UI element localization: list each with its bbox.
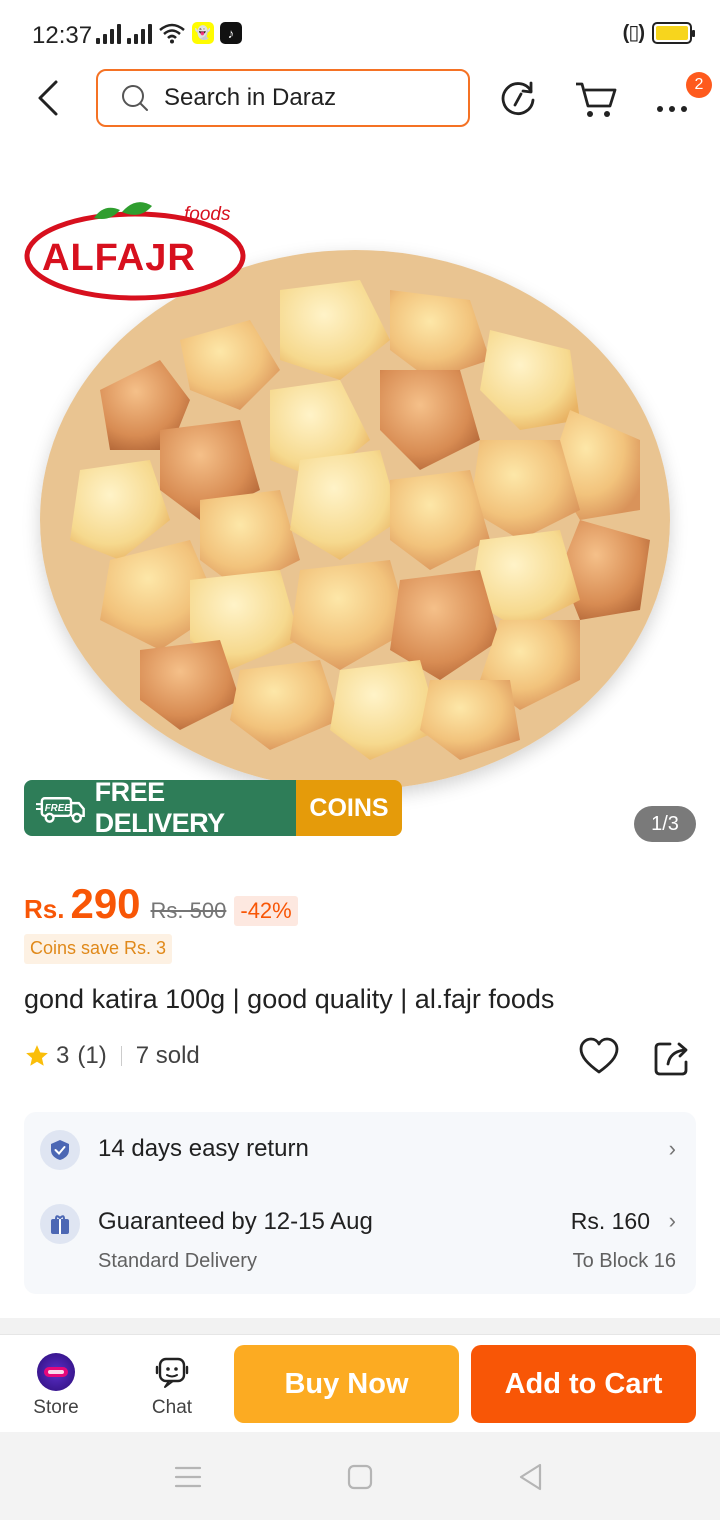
back-arrow-icon[interactable] <box>30 76 70 120</box>
free-delivery-text: FREE DELIVERY <box>94 780 226 836</box>
price-row: Rs. 290 Rs. 500 -42% <box>24 880 298 928</box>
coins-save-badge: Coins save Rs. 3 <box>24 934 173 964</box>
services-card: 14 days easy return › Guaranteed by 12-1… <box>24 1112 696 1294</box>
vibrate-icon: (▯) <box>622 22 645 44</box>
delivery-row[interactable]: Guaranteed by 12-15 Aug Standard Deliver… <box>40 1204 680 1274</box>
delivery-location: To Block 16 <box>572 1250 676 1272</box>
delivery-truck-icon: FREE <box>36 797 85 823</box>
status-time: 12:37 <box>32 22 93 49</box>
system-nav-bar <box>0 1432 720 1520</box>
store-button[interactable]: Store <box>16 1353 96 1419</box>
separator <box>120 1046 122 1066</box>
recent-apps-icon[interactable] <box>173 1462 203 1492</box>
chat-button[interactable]: Chat <box>132 1353 212 1419</box>
star-icon <box>26 1045 48 1066</box>
signal-icon <box>127 22 152 44</box>
gift-box-icon <box>40 1204 80 1244</box>
battery-icon <box>652 21 695 44</box>
status-icons-left: 👻 ♪ <box>96 22 242 44</box>
tiktok-icon: ♪ <box>220 22 242 44</box>
delivery-price: Rs. 160 <box>570 1208 650 1234</box>
delivery-type-text: Standard Delivery <box>98 1250 257 1272</box>
store-logo-icon <box>37 1353 75 1391</box>
store-label: Store <box>33 1397 79 1418</box>
chevron-right-icon: › <box>668 1208 676 1233</box>
snapchat-icon: 👻 <box>192 22 214 44</box>
svg-text:ALFAJR: ALFAJR <box>42 237 196 279</box>
discount-badge: -42% <box>234 896 298 926</box>
delivery-guarantee-text: Guaranteed by 12-15 Aug <box>98 1208 373 1235</box>
gum-crystals-image <box>40 250 670 790</box>
svg-text:foods: foods <box>184 204 231 225</box>
search-placeholder: Search in Daraz <box>164 84 337 111</box>
product-image <box>40 250 670 790</box>
return-policy-text: 14 days easy return <box>98 1135 309 1162</box>
status-bar: 12:37 👻 ♪ (▯) <box>0 0 720 66</box>
add-to-cart-button[interactable]: Add to Cart <box>471 1345 696 1423</box>
cart-icon[interactable] <box>574 78 618 120</box>
original-price: Rs. 500 <box>150 898 227 923</box>
top-bar: Search in Daraz <box>0 66 720 132</box>
rating-row[interactable]: 3 (1) 7 sold <box>24 1042 200 1070</box>
history-icon[interactable] <box>497 78 539 120</box>
heart-icon[interactable] <box>578 1036 620 1078</box>
rating-count: (1) <box>77 1042 107 1069</box>
signal-icon <box>96 22 121 44</box>
status-icons-right: (▯) <box>622 20 695 45</box>
home-icon[interactable] <box>345 1462 375 1492</box>
bottom-action-bar: Store Chat Buy Now Add to Cart <box>0 1334 720 1432</box>
image-counter: 1/3 <box>634 806 696 842</box>
share-icon[interactable] <box>652 1038 692 1078</box>
chevron-right-icon: › <box>668 1136 676 1161</box>
product-title: gond katira 100g | good quality | al.faj… <box>24 984 555 1014</box>
coins-label: COINS <box>296 780 402 836</box>
notification-badge: 2 <box>686 72 712 98</box>
svg-text:FREE: FREE <box>45 803 71 814</box>
chat-bot-icon <box>155 1357 189 1388</box>
sold-count: 7 sold <box>135 1042 200 1069</box>
wifi-icon <box>159 23 185 44</box>
search-input[interactable]: Search in Daraz <box>96 69 470 127</box>
shield-check-icon <box>40 1130 80 1170</box>
chat-label: Chat <box>151 1397 193 1418</box>
current-price: 290 <box>70 880 141 927</box>
free-delivery-banner: FREE FREE DELIVERY COINS <box>24 780 402 836</box>
product-image-gallery[interactable]: foods ALFAJR FREE FREE DELIVERY COINS 1/… <box>0 180 720 850</box>
brand-logo: foods ALFAJR <box>24 198 246 302</box>
rating-score: 3 <box>56 1042 70 1069</box>
back-triangle-icon[interactable] <box>516 1462 546 1492</box>
section-divider <box>0 1318 720 1334</box>
buy-now-button[interactable]: Buy Now <box>234 1345 459 1423</box>
return-policy-row[interactable]: 14 days easy return › <box>40 1130 680 1170</box>
search-icon <box>122 85 148 111</box>
price-currency: Rs. <box>24 894 65 924</box>
